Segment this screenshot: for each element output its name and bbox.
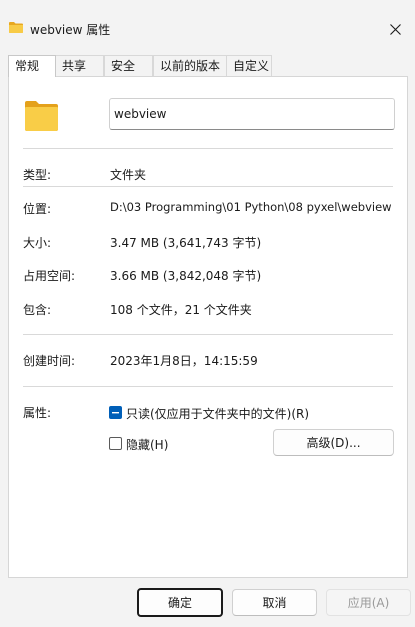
size-value: 3.47 MB (3,641,743 字节) bbox=[110, 236, 262, 250]
location-value: D:\03 Programming\01 Python\08 pyxel\web… bbox=[110, 200, 392, 214]
hidden-checkbox-label[interactable]: 隐藏(H) bbox=[126, 436, 168, 453]
close-icon bbox=[389, 23, 401, 35]
general-panel bbox=[8, 76, 408, 578]
advanced-button[interactable]: 高级(D)... bbox=[273, 429, 394, 456]
title-bar: webview 属性 bbox=[0, 0, 415, 54]
tab-general[interactable]: 常规 bbox=[8, 55, 56, 77]
readonly-checkbox-label[interactable]: 只读(仅应用于文件夹中的文件)(R) bbox=[126, 405, 309, 422]
indeterminate-icon bbox=[112, 412, 119, 414]
size-on-disk-value: 3.66 MB (3,842,048 字节) bbox=[110, 269, 262, 283]
divider bbox=[23, 148, 393, 149]
folder-icon bbox=[25, 101, 58, 131]
created-value: 2023年1月8日，14:15:59 bbox=[110, 354, 258, 368]
size-on-disk-label: 占用空间: bbox=[23, 269, 76, 283]
type-label: 类型: bbox=[23, 168, 52, 182]
tab-sharing[interactable]: 共享 bbox=[55, 55, 104, 76]
type-value: 文件夹 bbox=[110, 168, 147, 182]
folder-name-input[interactable] bbox=[109, 98, 395, 130]
window-title: webview 属性 bbox=[30, 23, 111, 37]
divider bbox=[23, 334, 393, 335]
contains-value: 108 个文件，21 个文件夹 bbox=[110, 303, 252, 317]
attributes-label: 属性: bbox=[23, 406, 52, 420]
apply-button[interactable]: 应用(A) bbox=[326, 589, 411, 616]
folder-icon bbox=[9, 22, 23, 33]
tab-customize[interactable]: 自定义 bbox=[226, 55, 272, 76]
size-label: 大小: bbox=[23, 236, 52, 250]
cancel-button[interactable]: 取消 bbox=[232, 589, 317, 616]
contains-label: 包含: bbox=[23, 303, 52, 317]
created-label: 创建时间: bbox=[23, 354, 76, 368]
hidden-checkbox[interactable] bbox=[109, 437, 122, 450]
divider bbox=[23, 186, 393, 187]
divider bbox=[23, 386, 393, 387]
location-label: 位置: bbox=[23, 202, 52, 216]
tab-security[interactable]: 安全 bbox=[104, 55, 153, 76]
readonly-checkbox[interactable] bbox=[109, 406, 122, 419]
ok-button[interactable]: 确定 bbox=[137, 588, 223, 617]
close-button[interactable] bbox=[378, 14, 412, 44]
tab-previous-versions[interactable]: 以前的版本 bbox=[153, 55, 227, 76]
